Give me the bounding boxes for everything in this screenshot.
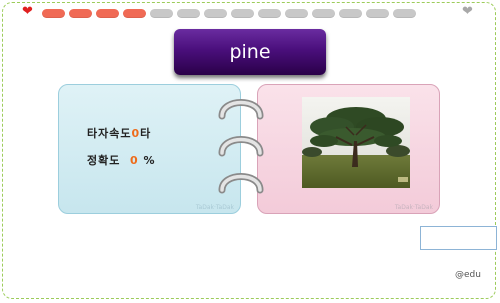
progress-segment bbox=[231, 9, 254, 18]
progress-segment bbox=[150, 9, 173, 18]
typing-speed-label: 타자속도 bbox=[87, 127, 132, 140]
watermark-left: TaDak·TaDak bbox=[195, 204, 234, 211]
progress-segment bbox=[123, 9, 146, 18]
accuracy: 정확도 0 % bbox=[87, 152, 156, 168]
watermark-right: TaDak·TaDak bbox=[394, 204, 433, 211]
picture-card: TaDak·TaDak bbox=[257, 84, 440, 214]
binder-ring-icon bbox=[218, 99, 264, 120]
accuracy-unit: % bbox=[143, 154, 156, 167]
progress-segment bbox=[393, 9, 416, 18]
target-word-text: pine bbox=[229, 41, 271, 63]
target-word: pine bbox=[174, 29, 326, 75]
progress-segment bbox=[204, 9, 227, 18]
typing-speed-value: 0 bbox=[131, 127, 141, 140]
progress-segment bbox=[285, 9, 308, 18]
pine-tree-photo bbox=[302, 97, 410, 188]
progress-segments bbox=[42, 9, 416, 18]
progress-segment bbox=[42, 9, 65, 18]
accuracy-label: 정확도 bbox=[87, 154, 121, 167]
heart-icon: ❤ bbox=[462, 4, 473, 19]
progress-segment bbox=[312, 9, 335, 18]
stats-card: 타자속도0타 정확도 0 % TaDak·TaDak bbox=[58, 84, 241, 214]
heart-icon: ❤ bbox=[22, 4, 33, 19]
progress-segment bbox=[258, 9, 281, 18]
credit-text: @edu bbox=[455, 270, 481, 280]
progress-segment bbox=[339, 9, 362, 18]
typing-input[interactable] bbox=[420, 226, 497, 250]
progress-segment bbox=[177, 9, 200, 18]
binder-ring-icon bbox=[218, 173, 264, 194]
progress-segment bbox=[69, 9, 92, 18]
progress-segment bbox=[366, 9, 389, 18]
progress-segment bbox=[96, 9, 119, 18]
progress-bar: ❤ ❤ bbox=[22, 4, 478, 20]
typing-speed: 타자속도0타 bbox=[87, 125, 151, 141]
accuracy-value: 0 bbox=[130, 154, 139, 167]
binder-ring-icon bbox=[218, 136, 264, 157]
typing-speed-unit: 타 bbox=[140, 127, 152, 140]
